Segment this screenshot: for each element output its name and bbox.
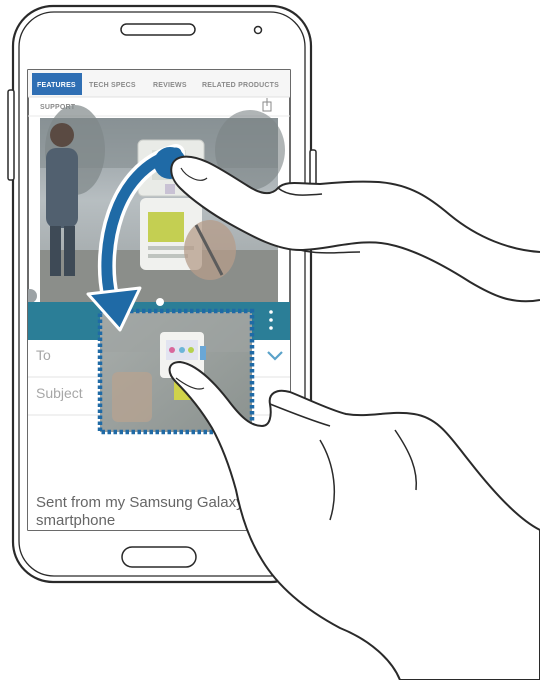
split-handle[interactable] xyxy=(156,298,164,306)
earpiece-slot xyxy=(120,23,196,36)
to-label: To xyxy=(36,347,51,363)
more-options-icon[interactable] xyxy=(269,310,273,330)
tab-tech-specs-label: TECH SPECS xyxy=(89,82,136,89)
tab-features-label: FEATURES xyxy=(37,82,76,89)
tab-related-products-label: RELATED PRODUCTS xyxy=(202,82,279,89)
home-button[interactable] xyxy=(121,546,197,568)
signature-line-2: smartphone xyxy=(36,512,115,529)
subject-field[interactable]: Subject xyxy=(36,385,83,401)
split-screen-drag-illustration: FEATURES TECH SPECS REVIEWS RELATED PROD… xyxy=(7,4,540,680)
tab-reviews-label: REVIEWS xyxy=(153,82,187,89)
signature-line-1: Sent from my Samsung Galaxy xyxy=(36,494,244,511)
front-camera xyxy=(253,25,263,35)
